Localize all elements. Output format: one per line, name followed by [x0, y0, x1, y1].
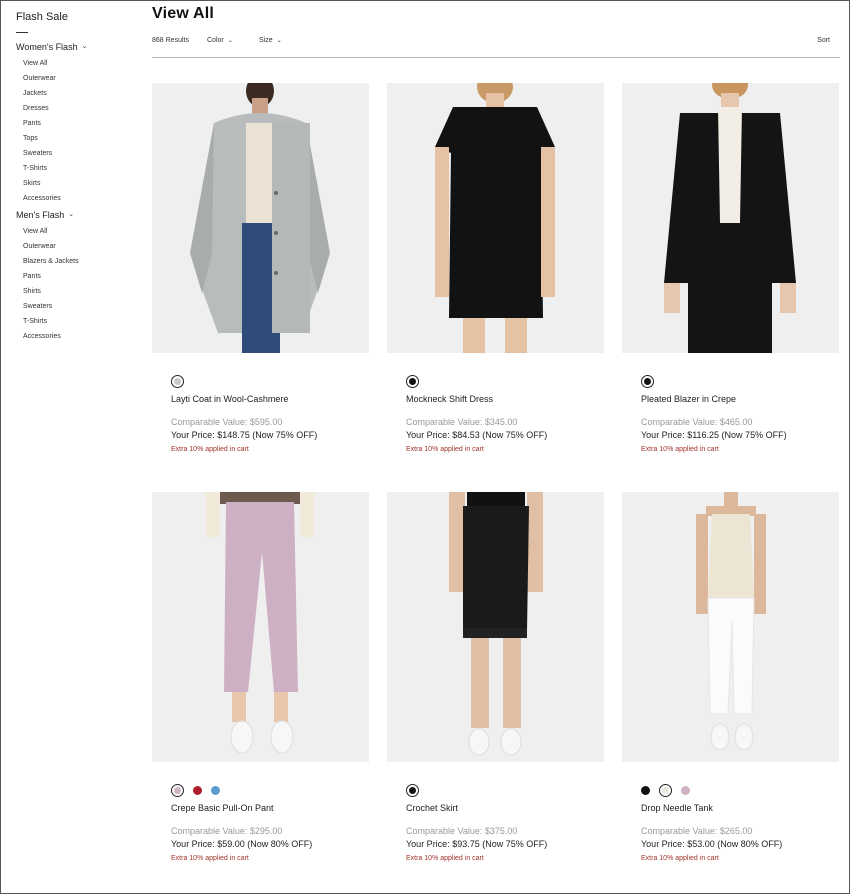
sidebar-group-womens-label: Women's Flash: [16, 42, 78, 52]
sidebar-item-mens-view-all[interactable]: View All: [23, 224, 136, 239]
sidebar-group-mens[interactable]: Men's Flash ⌄: [16, 209, 136, 221]
color-swatch[interactable]: [211, 785, 220, 795]
sidebar-womens-list: View All Outerwear Jackets Dresses Pants…: [23, 56, 136, 206]
color-swatches: [406, 783, 419, 797]
product-name[interactable]: Crochet Skirt: [406, 803, 458, 813]
product-name[interactable]: Pleated Blazer in Crepe: [641, 394, 736, 404]
sidebar-item-womens-outerwear[interactable]: Outerwear: [23, 71, 136, 86]
product-image[interactable]: [622, 492, 839, 762]
color-swatch[interactable]: [641, 785, 650, 795]
product-card[interactable]: Mockneck Shift Dress Comparable Value: $…: [387, 83, 604, 453]
sidebar-item-mens-t-shirts[interactable]: T-Shirts: [23, 314, 136, 329]
product-card[interactable]: Layti Coat in Wool-Cashmere Comparable V…: [152, 83, 369, 453]
sidebar-item-womens-accessories[interactable]: Accessories: [23, 191, 136, 206]
sidebar-title-underline: [16, 32, 28, 33]
color-swatches: [171, 783, 220, 797]
promo-text: Extra 10% applied in cart: [171, 446, 249, 453]
product-card[interactable]: Drop Needle Tank Comparable Value: $265.…: [622, 492, 839, 862]
sidebar-mens-list: View All Outerwear Blazers & Jackets Pan…: [23, 224, 136, 344]
product-name[interactable]: Layti Coat in Wool-Cashmere: [171, 394, 288, 404]
sidebar-item-mens-pants[interactable]: Pants: [23, 269, 136, 284]
sidebar-nav: Flash Sale Women's Flash ⌄ View All Oute…: [16, 10, 136, 347]
product-name[interactable]: Drop Needle Tank: [641, 803, 713, 813]
color-swatches: [641, 374, 654, 388]
results-count: 868 Results: [152, 37, 189, 44]
promo-text: Extra 10% applied in cart: [406, 446, 484, 453]
color-filter-label: Color: [207, 37, 224, 44]
color-swatch[interactable]: [406, 374, 419, 388]
sidebar-item-womens-view-all[interactable]: View All: [23, 56, 136, 71]
sidebar-item-womens-pants[interactable]: Pants: [23, 116, 136, 131]
product-price: Your Price: $84.53 (Now 75% OFF): [406, 430, 548, 440]
size-filter-dropdown[interactable]: Size ⌄: [259, 37, 282, 44]
comparable-value: Comparable Value: $345.00: [406, 417, 518, 427]
sidebar-item-mens-blazers-jackets[interactable]: Blazers & Jackets: [23, 254, 136, 269]
promo-text: Extra 10% applied in cart: [171, 855, 249, 862]
page-title: View All: [152, 5, 215, 22]
sidebar-item-womens-t-shirts[interactable]: T-Shirts: [23, 161, 136, 176]
product-price: Your Price: $148.75 (Now 75% OFF): [171, 430, 318, 440]
color-swatch[interactable]: [681, 785, 690, 795]
color-swatch[interactable]: [641, 374, 654, 388]
sidebar-title[interactable]: Flash Sale: [16, 10, 136, 24]
comparable-value: Comparable Value: $465.00: [641, 417, 753, 427]
product-name[interactable]: Mockneck Shift Dress: [406, 394, 493, 404]
filter-toolbar: 868 Results Color ⌄ Size ⌄ Sort: [152, 37, 840, 47]
sidebar-item-mens-accessories[interactable]: Accessories: [23, 329, 136, 344]
promo-text: Extra 10% applied in cart: [641, 855, 719, 862]
chevron-down-icon: ⌄: [276, 38, 282, 44]
size-filter-label: Size: [259, 37, 273, 44]
product-image[interactable]: [387, 492, 604, 762]
chevron-down-icon: ⌄: [81, 43, 88, 50]
sidebar-item-mens-outerwear[interactable]: Outerwear: [23, 239, 136, 254]
comparable-value: Comparable Value: $595.00: [171, 417, 283, 427]
product-image[interactable]: [622, 83, 839, 353]
product-price: Your Price: $53.00 (Now 80% OFF): [641, 839, 783, 849]
toolbar-divider: [152, 57, 840, 58]
color-swatch[interactable]: [406, 783, 419, 797]
color-swatches: [171, 374, 184, 388]
comparable-value: Comparable Value: $295.00: [171, 826, 283, 836]
color-swatch[interactable]: [171, 783, 184, 797]
product-price: Your Price: $59.00 (Now 80% OFF): [171, 839, 313, 849]
product-image[interactable]: [152, 492, 369, 762]
sidebar-item-womens-tops[interactable]: Tops: [23, 131, 136, 146]
comparable-value: Comparable Value: $375.00: [406, 826, 518, 836]
sidebar-group-womens[interactable]: Women's Flash ⌄: [16, 41, 136, 53]
sidebar-item-womens-sweaters[interactable]: Sweaters: [23, 146, 136, 161]
sidebar-item-womens-skirts[interactable]: Skirts: [23, 176, 136, 191]
product-image[interactable]: [152, 83, 369, 353]
promo-text: Extra 10% applied in cart: [406, 855, 484, 862]
chevron-down-icon: ⌄: [227, 38, 233, 44]
color-filter-dropdown[interactable]: Color ⌄: [207, 37, 233, 44]
color-swatch[interactable]: [193, 785, 202, 795]
sidebar-item-mens-sweaters[interactable]: Sweaters: [23, 299, 136, 314]
product-name[interactable]: Crepe Basic Pull-On Pant: [171, 803, 274, 813]
sidebar-item-mens-shirts[interactable]: Shirts: [23, 284, 136, 299]
product-card[interactable]: Pleated Blazer in Crepe Comparable Value…: [622, 83, 839, 453]
sidebar-item-womens-jackets[interactable]: Jackets: [23, 86, 136, 101]
sidebar-group-mens-label: Men's Flash: [16, 210, 65, 220]
product-card[interactable]: Crochet Skirt Comparable Value: $375.00 …: [387, 492, 604, 862]
sort-button[interactable]: Sort: [817, 37, 830, 44]
product-price: Your Price: $116.25 (Now 75% OFF): [641, 430, 787, 440]
color-swatch[interactable]: [659, 783, 672, 797]
product-card[interactable]: Crepe Basic Pull-On Pant Comparable Valu…: [152, 492, 369, 862]
chevron-down-icon: ⌄: [68, 211, 75, 218]
color-swatch[interactable]: [171, 374, 184, 388]
color-swatches: [641, 783, 690, 797]
promo-text: Extra 10% applied in cart: [641, 446, 719, 453]
color-swatches: [406, 374, 419, 388]
product-image[interactable]: [387, 83, 604, 353]
product-price: Your Price: $93.75 (Now 75% OFF): [406, 839, 548, 849]
sidebar-item-womens-dresses[interactable]: Dresses: [23, 101, 136, 116]
comparable-value: Comparable Value: $265.00: [641, 826, 753, 836]
